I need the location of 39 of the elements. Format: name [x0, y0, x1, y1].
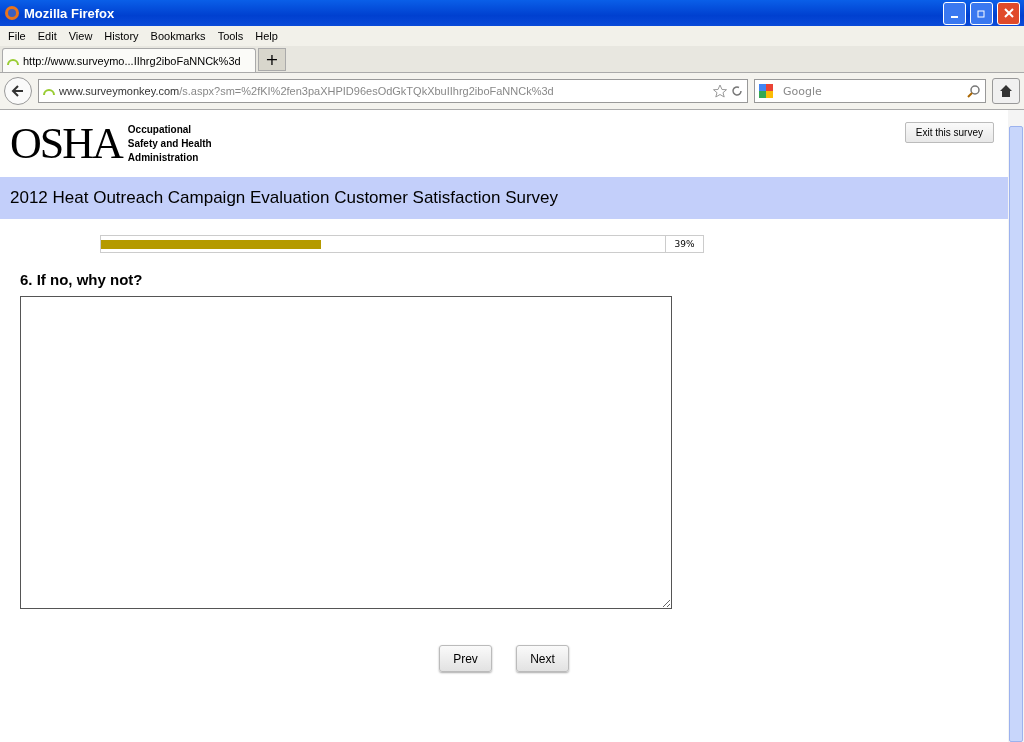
home-button[interactable] [992, 78, 1020, 104]
back-button[interactable] [4, 77, 32, 105]
next-button[interactable]: Next [516, 645, 569, 672]
minimize-icon [951, 16, 958, 18]
menu-item[interactable]: History [98, 30, 145, 42]
prev-button[interactable]: Prev [439, 645, 492, 672]
back-arrow-icon [11, 84, 25, 98]
google-icon [759, 84, 773, 98]
new-tab-button[interactable]: + [258, 48, 286, 71]
close-button[interactable] [997, 1, 1020, 25]
exit-survey-button[interactable]: Exit this survey [904, 122, 994, 143]
address-bar[interactable]: www.surveymonkey.com/s.aspx?sm=%2fKI%2fen3paXHPID96esOdGkTQkXbuIIhrg2iboFaNNCk%3d [38, 79, 748, 103]
url-text: www.surveymonkey.com/s.aspx?sm=%2fKI%2fen3paXHPID96esOdGkTQkXbuIIhrg2iboFaNNCk%3d [59, 85, 554, 97]
menu-item[interactable]: Edit [31, 30, 63, 42]
survey-title-banner: 2012 Heat Outreach Campaign Evaluation Customer Satisfaction Survey [0, 177, 1008, 219]
browser-tab[interactable]: http://www.surveymo...IIhrg2iboFaNNCk%3d [2, 48, 256, 72]
window-title: Mozilla Firefox [24, 5, 116, 21]
minimize-button[interactable] [943, 1, 966, 25]
question-text: 6. If no, why not? [20, 271, 144, 288]
agency-name: Occupational Safety and Health Administration [127, 123, 212, 165]
search-field[interactable]: Google [754, 79, 986, 103]
close-icon [1003, 8, 1014, 18]
firefox-icon [4, 5, 20, 21]
menu-item[interactable]: View [62, 30, 99, 42]
menu-item[interactable]: Help [249, 30, 284, 42]
search-icon[interactable] [967, 84, 981, 98]
reload-icon[interactable] [731, 85, 743, 97]
restore-icon [976, 8, 987, 18]
menu-item[interactable]: File [2, 30, 32, 42]
logo-mark: OSHA [10, 122, 122, 166]
restore-button[interactable] [970, 1, 993, 25]
star-icon[interactable] [713, 84, 727, 98]
menu-item[interactable]: Bookmarks [144, 30, 212, 42]
tab-label: http://www.surveymo...IIhrg2iboFaNNCk%3d [23, 54, 241, 67]
loading-icon [43, 86, 55, 96]
scrollbar[interactable] [1008, 110, 1024, 742]
progress-reading: 39% [666, 235, 704, 253]
menu-item[interactable]: Tools [211, 30, 250, 42]
home-icon [999, 84, 1013, 98]
